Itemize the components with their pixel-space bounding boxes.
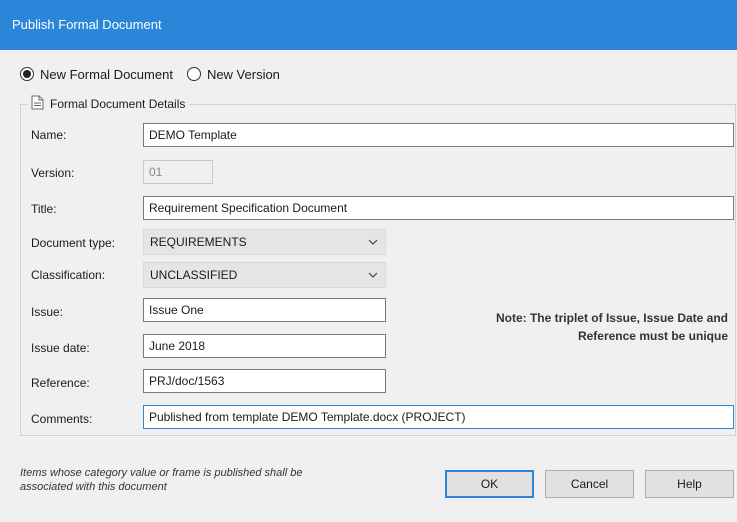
new-formal-document-label[interactable]: New Formal Document [40, 67, 173, 82]
document-type-value: REQUIREMENTS [150, 235, 247, 249]
chevron-down-icon [368, 230, 378, 254]
help-button[interactable]: Help [645, 470, 734, 498]
classification-dropdown[interactable]: UNCLASSIFIED [143, 262, 386, 288]
title-input[interactable] [143, 196, 734, 220]
dialog-titlebar: Publish Formal Document [0, 0, 737, 50]
new-version-label[interactable]: New Version [207, 67, 280, 82]
cancel-button[interactable]: Cancel [545, 470, 634, 498]
uniqueness-note: Note: The triplet of Issue, Issue Date a… [408, 309, 728, 345]
mode-radio-group: New Formal Document New Version [20, 64, 294, 84]
version-input [143, 160, 213, 184]
footer-note: Items whose category value or frame is p… [20, 466, 400, 494]
reference-label: Reference: [31, 376, 90, 390]
chevron-down-icon [368, 263, 378, 287]
classification-value: UNCLASSIFIED [150, 268, 238, 282]
issue-input[interactable] [143, 298, 386, 322]
issue-date-label: Issue date: [31, 341, 90, 355]
new-version-radio[interactable] [186, 67, 201, 81]
document-type-label: Document type: [31, 236, 116, 250]
version-label: Version: [31, 166, 75, 180]
issue-label: Issue: [31, 305, 64, 319]
footer-note-line-1: Items whose category value or frame is p… [20, 467, 303, 479]
dialog-title: Publish Formal Document [12, 17, 162, 32]
comments-input[interactable] [143, 405, 734, 429]
name-label: Name: [31, 128, 67, 142]
ok-button[interactable]: OK [445, 470, 534, 498]
footer-note-line-2: associated with this document [20, 481, 167, 493]
note-line-2: Reference must be unique [577, 329, 728, 343]
group-title: Formal Document Details [50, 97, 186, 111]
note-line-1: Note: The triplet of Issue, Issue Date a… [495, 311, 728, 325]
title-label: Title: [31, 202, 57, 216]
comments-label: Comments: [31, 412, 93, 426]
document-icon [31, 95, 44, 113]
reference-input[interactable] [143, 369, 386, 393]
issue-date-input[interactable] [143, 334, 386, 358]
classification-label: Classification: [31, 268, 106, 282]
group-legend: Formal Document Details [27, 95, 190, 113]
radio-selected-dot [23, 70, 31, 78]
document-type-dropdown[interactable]: REQUIREMENTS [143, 229, 386, 255]
new-formal-document-radio[interactable] [20, 67, 34, 81]
name-input[interactable] [143, 123, 734, 147]
